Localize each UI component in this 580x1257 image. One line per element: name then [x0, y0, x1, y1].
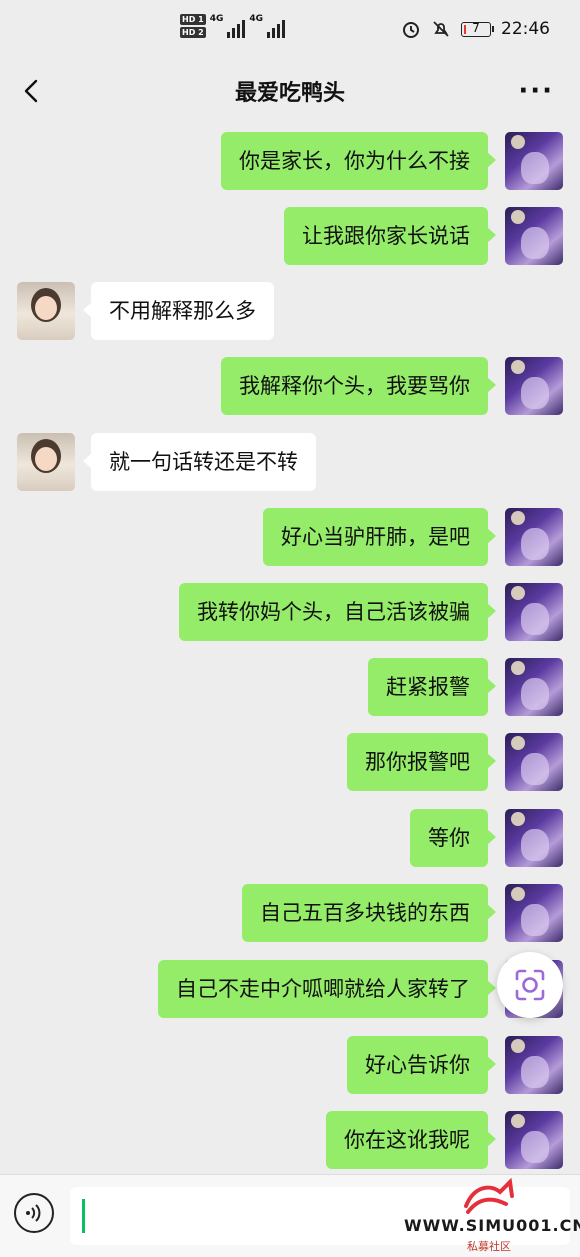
message-row: 我转你妈个头，自己活该被骗 — [0, 583, 580, 641]
message-bubble[interactable]: 就一句话转还是不转 — [83, 433, 316, 491]
status-bar: HD 1 HD 2 4G 4G 7 22:46 — [0, 0, 580, 62]
message-row: 就一句话转还是不转 — [0, 433, 580, 491]
more-options-button[interactable]: ··· — [518, 76, 554, 106]
message-row: 好心告诉你 — [0, 1036, 580, 1094]
message-row: 好心当驴肝肺，是吧 — [0, 508, 580, 566]
message-bubble[interactable]: 好心告诉你 — [347, 1036, 496, 1094]
avatar[interactable] — [505, 508, 563, 566]
watermark-text: WWW.SIMU001.CN — [404, 1216, 580, 1235]
chat-header: 最爱吃鸭头 ··· — [0, 62, 580, 122]
watermark-subtext: 私募社区 — [467, 1240, 511, 1253]
signal-group: HD 1 HD 2 4G 4G — [180, 14, 285, 38]
screen-capture-icon — [515, 969, 545, 1001]
watermark: WWW.SIMU001.CN 私募社区 — [404, 1172, 580, 1256]
avatar[interactable] — [505, 132, 563, 190]
alarm-icon — [403, 22, 419, 38]
message-bubble[interactable]: 我解释你个头，我要骂你 — [221, 357, 496, 415]
message-row: 不用解释那么多 — [0, 282, 580, 340]
message-row: 你是家长，你为什么不接 — [0, 132, 580, 190]
avatar[interactable] — [505, 207, 563, 265]
message-bubble[interactable]: 好心当驴肝肺，是吧 — [263, 508, 496, 566]
message-bubble[interactable]: 那你报警吧 — [347, 733, 496, 791]
signal-strength-icon — [227, 14, 246, 38]
battery-icon: 7 — [461, 20, 494, 37]
message-bubble[interactable]: 让我跟你家长说话 — [284, 207, 496, 265]
hd2-badge: HD 2 — [180, 27, 206, 38]
mute-bell-icon — [433, 21, 449, 37]
avatar[interactable] — [505, 809, 563, 867]
message-row: 赶紧报警 — [0, 658, 580, 716]
message-row: 你在这讹我呢 — [0, 1111, 580, 1169]
avatar[interactable] — [17, 433, 75, 491]
message-row: 我解释你个头，我要骂你 — [0, 357, 580, 415]
message-row: 自己五百多块钱的东西 — [0, 884, 580, 942]
avatar[interactable] — [505, 884, 563, 942]
avatar[interactable] — [505, 583, 563, 641]
message-bubble[interactable]: 你在这讹我呢 — [326, 1111, 496, 1169]
voice-icon — [26, 1204, 41, 1222]
message-bubble[interactable]: 赶紧报警 — [368, 658, 496, 716]
avatar[interactable] — [505, 733, 563, 791]
avatar[interactable] — [505, 357, 563, 415]
avatar[interactable] — [505, 658, 563, 716]
message-row: 那你报警吧 — [0, 733, 580, 791]
message-row: 自己不走中介呱唧就给人家转了 — [0, 960, 580, 1018]
message-bubble[interactable]: 我转你妈个头，自己活该被骗 — [179, 583, 496, 641]
screen-capture-button[interactable] — [497, 952, 563, 1018]
watermark-logo-icon — [464, 1177, 514, 1214]
clock: 22:46 — [501, 19, 550, 39]
network-type-2: 4G — [249, 14, 263, 24]
message-bubble[interactable]: 不用解释那么多 — [83, 282, 274, 340]
message-row: 等你 — [0, 809, 580, 867]
hd1-badge: HD 1 — [180, 14, 206, 25]
avatar[interactable] — [505, 1111, 563, 1169]
avatar[interactable] — [505, 1036, 563, 1094]
text-caret — [82, 1199, 85, 1233]
chat-title: 最爱吃鸭头 — [234, 81, 345, 106]
network-type: 4G — [209, 14, 224, 24]
message-bubble[interactable]: 你是家长，你为什么不接 — [221, 132, 496, 190]
message-bubble[interactable]: 等你 — [410, 809, 496, 867]
avatar[interactable] — [17, 282, 75, 340]
status-right: 7 22:46 — [401, 19, 550, 39]
message-row: 让我跟你家长说话 — [0, 207, 580, 265]
signal-strength-icon-2 — [267, 14, 285, 38]
message-bubble[interactable]: 自己五百多块钱的东西 — [242, 884, 496, 942]
battery-percent: 7 — [472, 20, 480, 35]
message-bubble[interactable]: 自己不走中介呱唧就给人家转了 — [158, 960, 496, 1018]
voice-button[interactable] — [14, 1193, 54, 1233]
